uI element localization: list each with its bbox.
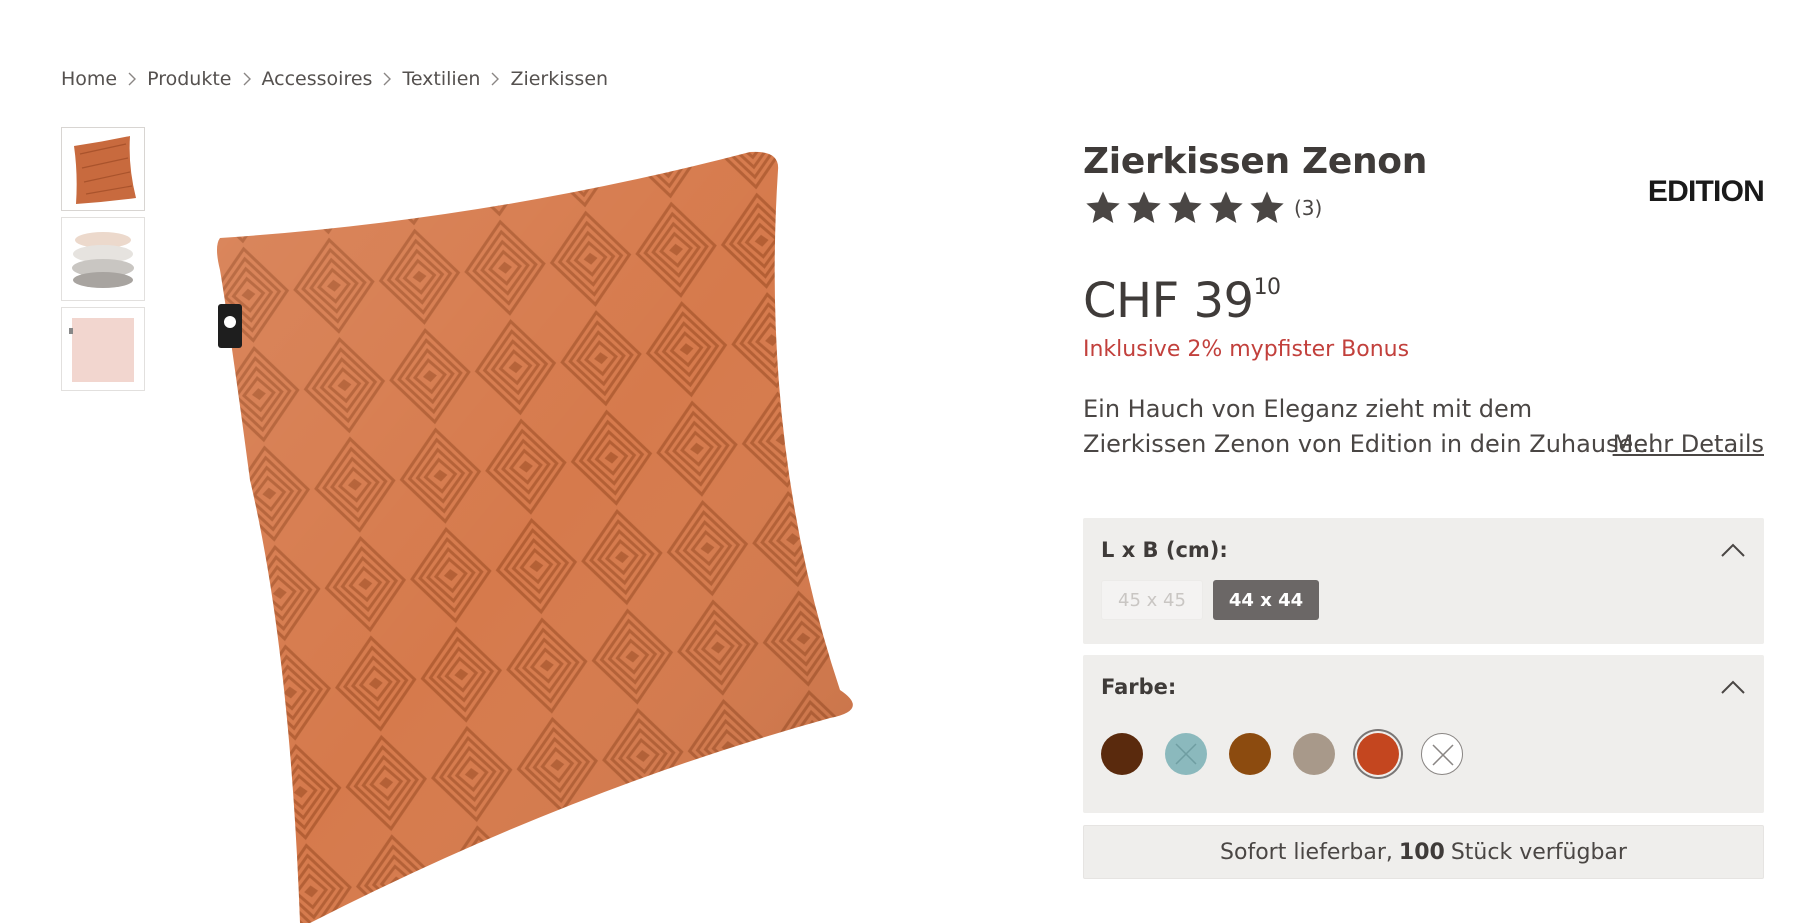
more-details-link[interactable]: Mehr Details (1613, 427, 1764, 462)
stock-count: 100 (1398, 839, 1445, 865)
chevron-up-icon[interactable] (1720, 679, 1746, 695)
description-line-1: Ein Hauch von Eleganz zieht mit dem (1083, 395, 1533, 423)
thumbnail-2[interactable] (61, 217, 145, 301)
color-swatch-dark-brown[interactable] (1101, 733, 1143, 775)
brand-logo[interactable]: EDITION (1648, 175, 1765, 209)
color-swatch-taupe[interactable] (1293, 733, 1335, 775)
price-main: CHF 39 (1083, 273, 1254, 329)
breadcrumb: Home Produkte Accessoires Textilien Zier… (61, 64, 608, 94)
pillow-stack-thumbnail-image (72, 232, 134, 288)
size-option-label: L x B (cm): (1101, 538, 1228, 562)
product-description: Ein Hauch von Eleganz zieht mit dem Zier… (1083, 392, 1764, 462)
unavailable-cross-icon (1432, 744, 1454, 766)
color-swatch-white-unavailable[interactable] (1421, 733, 1463, 775)
thumbnail-3[interactable] (61, 307, 145, 391)
chevron-right-icon (480, 72, 510, 86)
breadcrumb-produkte[interactable]: Produkte (147, 68, 231, 90)
thumbnail-1[interactable] (61, 127, 145, 211)
star-icon (1209, 191, 1243, 223)
review-count: (3) (1294, 196, 1323, 220)
chevron-right-icon (117, 72, 147, 86)
unavailable-cross-icon (1175, 743, 1197, 765)
color-swatch-rust-selected[interactable] (1357, 733, 1399, 775)
star-icon (1168, 191, 1202, 223)
size-option-panel: L x B (cm): 45 x 45 44 x 44 (1083, 518, 1764, 644)
color-swatch-teal-unavailable[interactable] (1165, 733, 1207, 775)
main-product-image[interactable] (190, 150, 1040, 923)
size-option-44x44[interactable]: 44 x 44 (1212, 580, 1320, 620)
bonus-text: Inklusive 2% mypfister Bonus (1083, 337, 1410, 362)
price-cents: 10 (1253, 275, 1282, 300)
product-info-panel: Zierkissen Zenon EDITION (3) CHF 3910 In… (1083, 140, 1765, 879)
size-option-45x45[interactable]: 45 x 45 (1101, 580, 1203, 620)
stock-status: Sofort lieferbar, 100 Stück verfügbar (1083, 825, 1764, 879)
stock-prefix: Sofort lieferbar, (1220, 839, 1393, 865)
thumbnail-list (61, 127, 145, 397)
pillow-image (217, 151, 853, 923)
color-swatches (1101, 733, 1746, 775)
breadcrumb-textilien[interactable]: Textilien (402, 68, 480, 90)
color-option-panel: Farbe: (1083, 655, 1764, 813)
color-option-label: Farbe: (1101, 675, 1177, 699)
chevron-right-icon (372, 72, 402, 86)
size-options: 45 x 45 44 x 44 (1101, 580, 1746, 620)
chevron-up-icon[interactable] (1720, 542, 1746, 558)
breadcrumb-zierkissen[interactable]: Zierkissen (510, 68, 608, 90)
color-swatch-brown[interactable] (1229, 733, 1271, 775)
product-price: CHF 3910 (1083, 266, 1764, 329)
star-icon (1250, 191, 1284, 223)
stock-suffix: Stück verfügbar (1450, 839, 1627, 865)
star-icon (1086, 191, 1120, 223)
pillow-thumbnail-image (74, 136, 136, 204)
chevron-right-icon (232, 72, 262, 86)
pink-pillow-thumbnail-image (69, 318, 134, 382)
breadcrumb-accessoires[interactable]: Accessoires (262, 68, 373, 90)
breadcrumb-home[interactable]: Home (61, 68, 117, 90)
star-icon (1127, 191, 1161, 223)
